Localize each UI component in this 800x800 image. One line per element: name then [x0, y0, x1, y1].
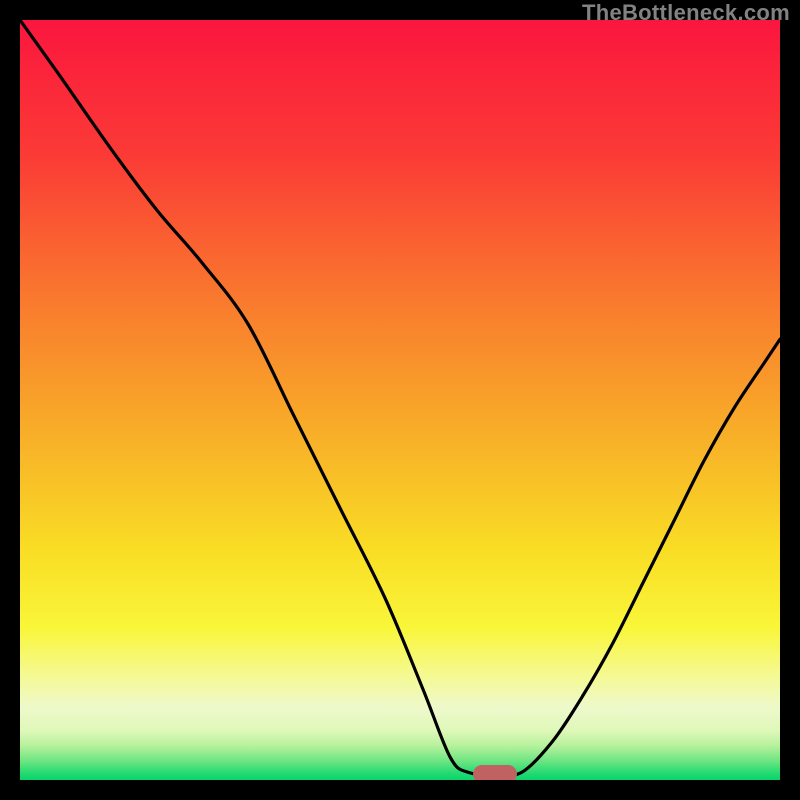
chart-frame: TheBottleneck.com: [0, 0, 800, 800]
optimal-point-marker: [473, 765, 517, 780]
plot-area: [20, 20, 780, 780]
watermark-text: TheBottleneck.com: [582, 0, 790, 26]
bottleneck-curve: [20, 20, 780, 780]
